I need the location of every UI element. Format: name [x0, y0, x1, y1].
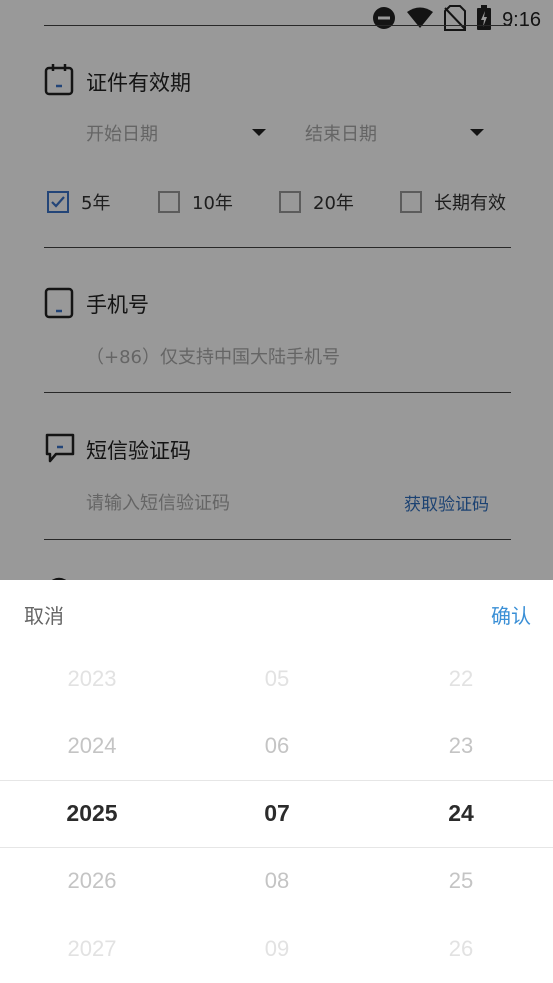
- month-option-selected[interactable]: 07: [185, 800, 369, 827]
- year-option[interactable]: 2024: [0, 733, 184, 759]
- year-option[interactable]: 2027: [0, 936, 184, 962]
- month-wheel[interactable]: 05 06 07 08 09: [185, 580, 369, 983]
- day-option[interactable]: 25: [369, 868, 553, 894]
- date-picker-sheet: 取消 确认 2023 2024 2025 2026 2027 05 06 07 …: [0, 580, 553, 983]
- month-option[interactable]: 06: [185, 733, 369, 759]
- month-option[interactable]: 08: [185, 868, 369, 894]
- day-option-selected[interactable]: 24: [369, 800, 553, 827]
- month-option[interactable]: 09: [185, 936, 369, 962]
- year-option-selected[interactable]: 2025: [0, 800, 184, 827]
- year-option[interactable]: 2026: [0, 868, 184, 894]
- day-wheel[interactable]: 22 23 24 25 26: [369, 580, 553, 983]
- modal-overlay[interactable]: [0, 0, 553, 580]
- month-option[interactable]: 05: [185, 666, 369, 692]
- day-option[interactable]: 22: [369, 666, 553, 692]
- year-option[interactable]: 2023: [0, 666, 184, 692]
- day-option[interactable]: 23: [369, 733, 553, 759]
- day-option[interactable]: 26: [369, 936, 553, 962]
- year-wheel[interactable]: 2023 2024 2025 2026 2027: [0, 580, 184, 983]
